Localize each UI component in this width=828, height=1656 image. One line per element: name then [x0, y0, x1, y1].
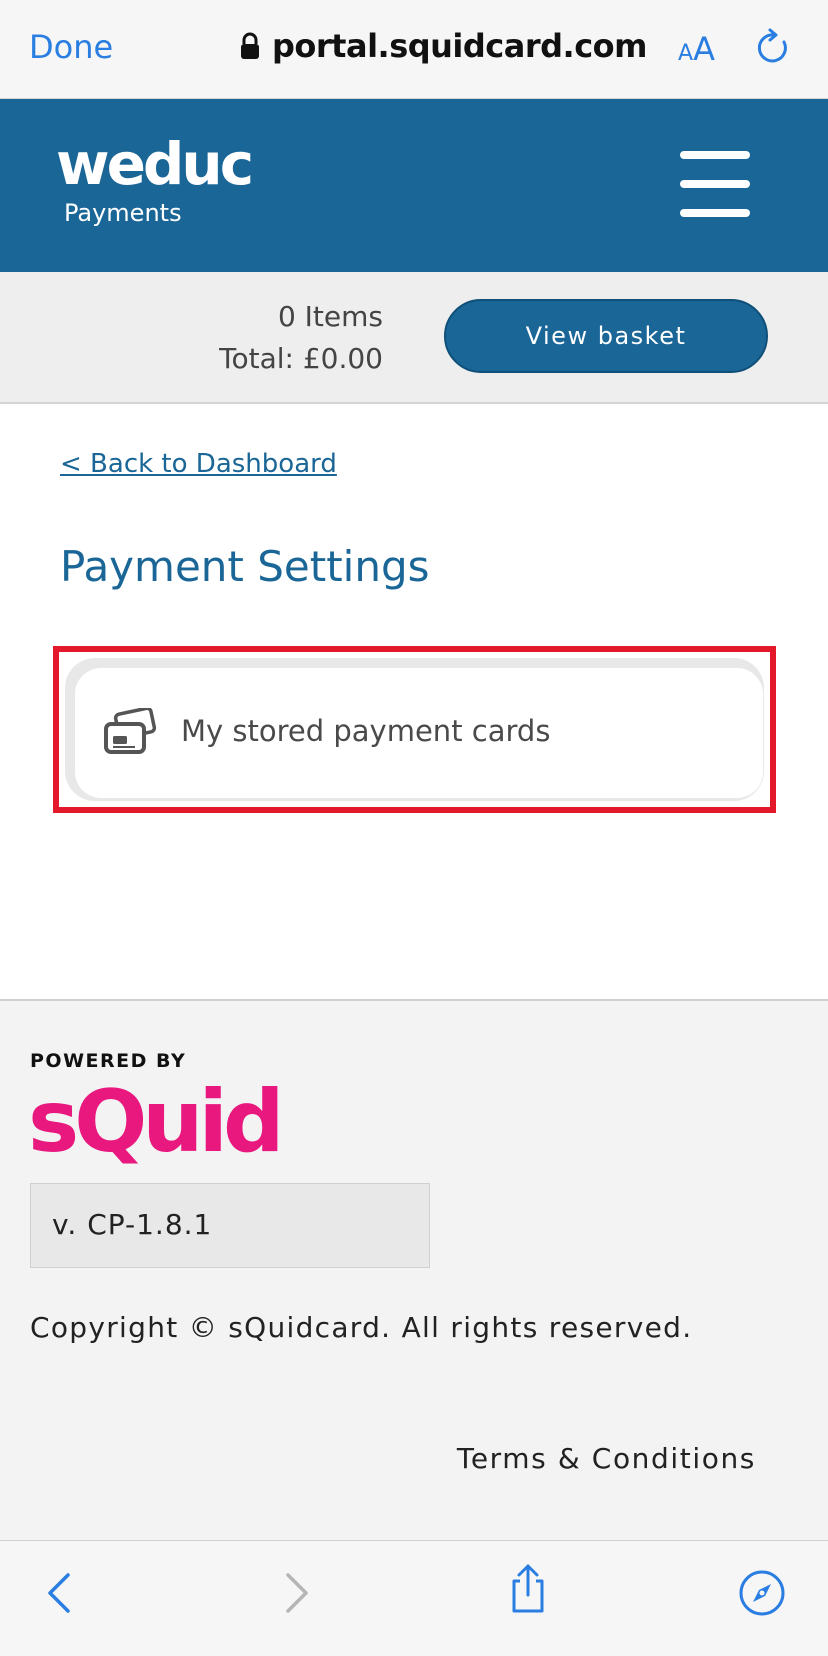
stored-cards-option-label: My stored payment cards — [181, 714, 551, 748]
squid-logo: sQuid — [28, 1072, 285, 1172]
menu-icon[interactable] — [680, 151, 750, 217]
text-size-big-label: A — [693, 30, 715, 68]
stored-cards-option[interactable]: My stored payment cards — [65, 658, 764, 801]
terms-link[interactable]: Terms & Conditions — [457, 1442, 756, 1475]
back-to-dashboard-link[interactable]: < Back to Dashboard — [60, 449, 337, 479]
menu-icon-bar — [680, 209, 750, 217]
compass-icon[interactable] — [736, 1567, 788, 1619]
basket-summary-bar: 0 Items Total: £0.00 View basket — [0, 272, 828, 404]
url-text: portal.squidcard.com — [272, 27, 648, 65]
reload-icon[interactable] — [756, 28, 792, 66]
version-badge: v. CP-1.8.1 — [30, 1183, 430, 1268]
page-title: Payment Settings — [60, 542, 430, 591]
weduc-logo-subtitle: Payments — [64, 199, 182, 227]
powered-by-label: POWERED BY — [30, 1050, 187, 1072]
copyright-text: Copyright © sQuidcard. All rights reserv… — [30, 1311, 693, 1344]
credit-cards-icon — [104, 708, 157, 754]
weduc-logo[interactable]: weduc — [56, 135, 254, 193]
back-arrow-icon[interactable] — [34, 1567, 86, 1619]
menu-icon-bar — [680, 151, 750, 159]
stored-cards-option-inner[interactable]: My stored payment cards — [75, 668, 763, 798]
browser-top-bar: Done portal.squidcard.com AA — [0, 0, 828, 99]
basket-total: Total: £0.00 — [219, 342, 383, 375]
share-icon[interactable] — [502, 1563, 554, 1615]
text-size-button[interactable]: AA — [678, 30, 715, 68]
view-basket-button[interactable]: View basket — [444, 299, 768, 373]
text-size-small-label: A — [678, 41, 694, 66]
site-footer: POWERED BY sQuid v. CP-1.8.1 Copyright ©… — [0, 999, 828, 1540]
highlight-box: My stored payment cards — [53, 646, 776, 813]
browser-bottom-toolbar — [0, 1540, 828, 1656]
menu-icon-bar — [680, 180, 750, 188]
lock-icon — [241, 32, 259, 59]
address-bar[interactable]: portal.squidcard.com — [240, 26, 648, 66]
done-button[interactable]: Done — [29, 28, 113, 66]
site-header: weduc Payments — [0, 99, 828, 272]
basket-item-count: 0 Items — [277, 300, 383, 333]
forward-arrow-icon[interactable] — [270, 1567, 322, 1619]
